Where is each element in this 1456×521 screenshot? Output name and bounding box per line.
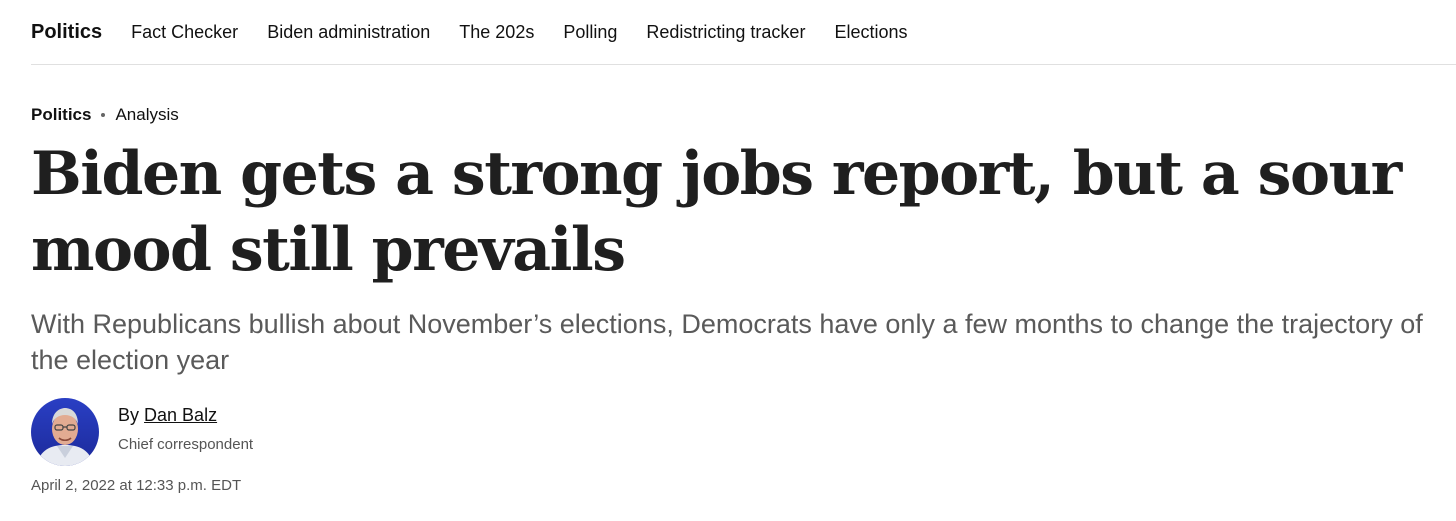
nav-item-elections[interactable]: Elections	[834, 22, 907, 43]
nav-item-biden-administration[interactable]: Biden administration	[267, 22, 430, 43]
nav-item-fact-checker[interactable]: Fact Checker	[131, 22, 238, 43]
kicker-separator-dot	[101, 113, 106, 117]
nav-item-polling[interactable]: Polling	[563, 22, 617, 43]
byline-line: By Dan Balz	[118, 405, 253, 426]
byline-text: By Dan Balz Chief correspondent	[118, 405, 253, 453]
nav-item-the-202s[interactable]: The 202s	[459, 22, 534, 43]
article-byline: By Dan Balz Chief correspondent	[31, 398, 253, 466]
article-headline: Biden gets a strong jobs report, but a s…	[31, 139, 1402, 285]
article-kicker: Politics Analysis	[31, 105, 179, 125]
author-photo-icon	[31, 398, 99, 466]
kicker-label: Analysis	[115, 105, 179, 124]
nav-item-redistricting-tracker[interactable]: Redistricting tracker	[646, 22, 805, 43]
nav-section-politics[interactable]: Politics	[31, 21, 102, 44]
article-subheadline: With Republicans bullish about November’…	[31, 309, 1423, 375]
top-navigation: Politics Fact Checker Biden administrati…	[31, 0, 1456, 65]
author-role: Chief correspondent	[118, 436, 254, 453]
publish-date: April 2, 2022 at 12:33 p.m. EDT	[31, 477, 242, 494]
author-avatar[interactable]	[31, 398, 99, 466]
byline-prefix: By	[118, 405, 140, 425]
kicker-section-link[interactable]: Politics	[31, 105, 91, 125]
author-name-link[interactable]: Dan Balz	[144, 405, 217, 425]
